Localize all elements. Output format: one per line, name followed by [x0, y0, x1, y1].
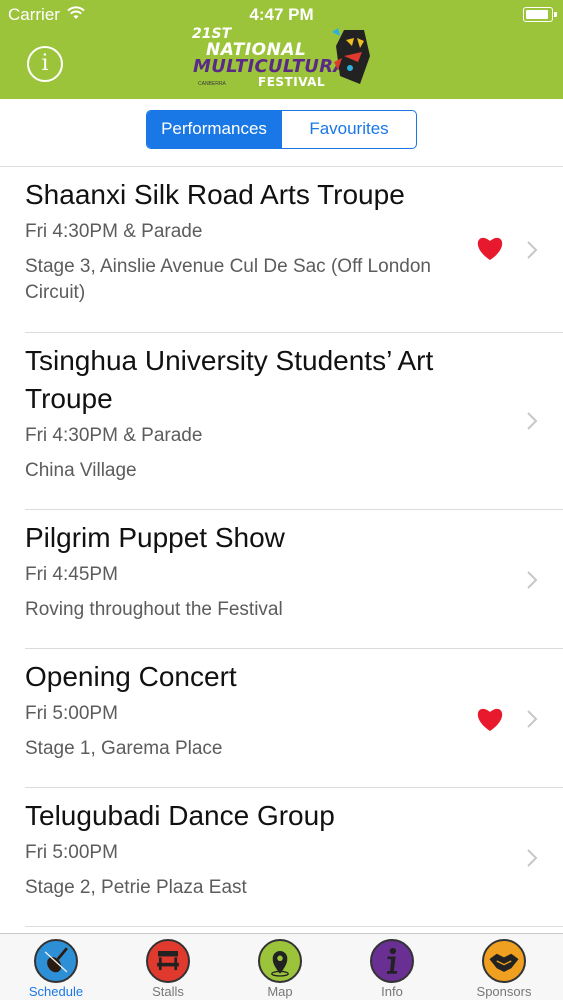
battery-level — [526, 10, 548, 19]
festival-logo: 21ST NATIONAL MULTICULTURAL CANBERRA FES… — [190, 26, 375, 92]
performance-title: Telugubadi Dance Group — [25, 800, 335, 831]
performance-venue: China Village — [25, 460, 137, 481]
performance-row[interactable]: Opening Concert Fri 5:00PM Stage 1, Gare… — [25, 649, 563, 788]
performance-venue: Stage 3, Ainslie Avenue Cul De Sac (Off … — [25, 256, 431, 303]
battery-icon — [523, 7, 557, 22]
performance-time: Fri 4:30PM & Parade — [25, 425, 203, 446]
performance-time: Fri 5:00PM — [25, 842, 118, 863]
performance-list: Shaanxi Silk Road Arts Troupe Fri 4:30PM… — [0, 167, 563, 927]
tab-info[interactable]: Info — [336, 934, 448, 1000]
tab-label: Stalls — [152, 984, 184, 999]
tab-schedule[interactable]: Schedule — [0, 934, 112, 1000]
chevron-right-icon — [527, 571, 538, 589]
tab-label: Map — [267, 984, 293, 999]
performance-title: Pilgrim Puppet Show — [25, 522, 285, 553]
app-screen: Carrier 4:47 PM i 21ST NATIONAL MULTICUL… — [0, 0, 563, 1000]
performance-title: Tsinghua University Students’ Art Troupe — [25, 345, 434, 414]
info-icon — [370, 939, 414, 983]
tab-map[interactable]: Map — [224, 934, 336, 1000]
view-segmented-control[interactable]: Performances Favourites — [146, 110, 417, 149]
performance-venue: Stage 2, Petrie Plaza East — [25, 877, 247, 898]
segment-performances[interactable]: Performances — [147, 111, 281, 148]
handshake-icon — [482, 939, 526, 983]
performance-title: Opening Concert — [25, 661, 237, 692]
performance-row[interactable]: Telugubadi Dance Group Fri 5:00PM Stage … — [25, 788, 563, 927]
performance-time: Fri 4:45PM — [25, 564, 118, 585]
chevron-right-icon — [527, 241, 538, 259]
segment-favourites[interactable]: Favourites — [281, 111, 416, 148]
performance-row[interactable]: Pilgrim Puppet Show Fri 4:45PM Roving th… — [25, 510, 563, 649]
tab-sponsors[interactable]: Sponsors — [448, 934, 560, 1000]
map-pin-icon — [258, 939, 302, 983]
chevron-right-icon — [527, 412, 538, 430]
logo-small-text: CANBERRA — [198, 81, 226, 87]
stall-icon — [146, 939, 190, 983]
logo-festival: FESTIVAL — [258, 75, 326, 89]
chevron-right-icon — [527, 849, 538, 867]
tab-stalls[interactable]: Stalls — [112, 934, 224, 1000]
chevron-right-icon — [527, 710, 538, 728]
tab-label: Sponsors — [476, 984, 532, 999]
mask-icon — [332, 28, 370, 84]
tab-bar: Schedule Stalls Map Info Sponsors — [0, 933, 563, 1000]
performance-row[interactable]: Tsinghua University Students’ Art Troupe… — [25, 333, 563, 510]
performance-venue: Roving throughout the Festival — [25, 599, 283, 620]
favourite-heart-icon[interactable] — [476, 706, 504, 732]
violin-icon — [34, 939, 78, 983]
performance-venue: Stage 1, Garema Place — [25, 738, 223, 759]
status-time: 4:47 PM — [249, 5, 314, 24]
info-button[interactable]: i — [27, 46, 63, 82]
tab-label: Info — [381, 984, 403, 999]
performance-title: Shaanxi Silk Road Arts Troupe — [25, 179, 405, 210]
header-bar: Carrier 4:47 PM i 21ST NATIONAL MULTICUL… — [0, 0, 563, 99]
favourite-heart-icon[interactable] — [476, 235, 504, 261]
performance-row[interactable]: Shaanxi Silk Road Arts Troupe Fri 4:30PM… — [25, 167, 563, 333]
tab-label: Schedule — [28, 984, 84, 999]
